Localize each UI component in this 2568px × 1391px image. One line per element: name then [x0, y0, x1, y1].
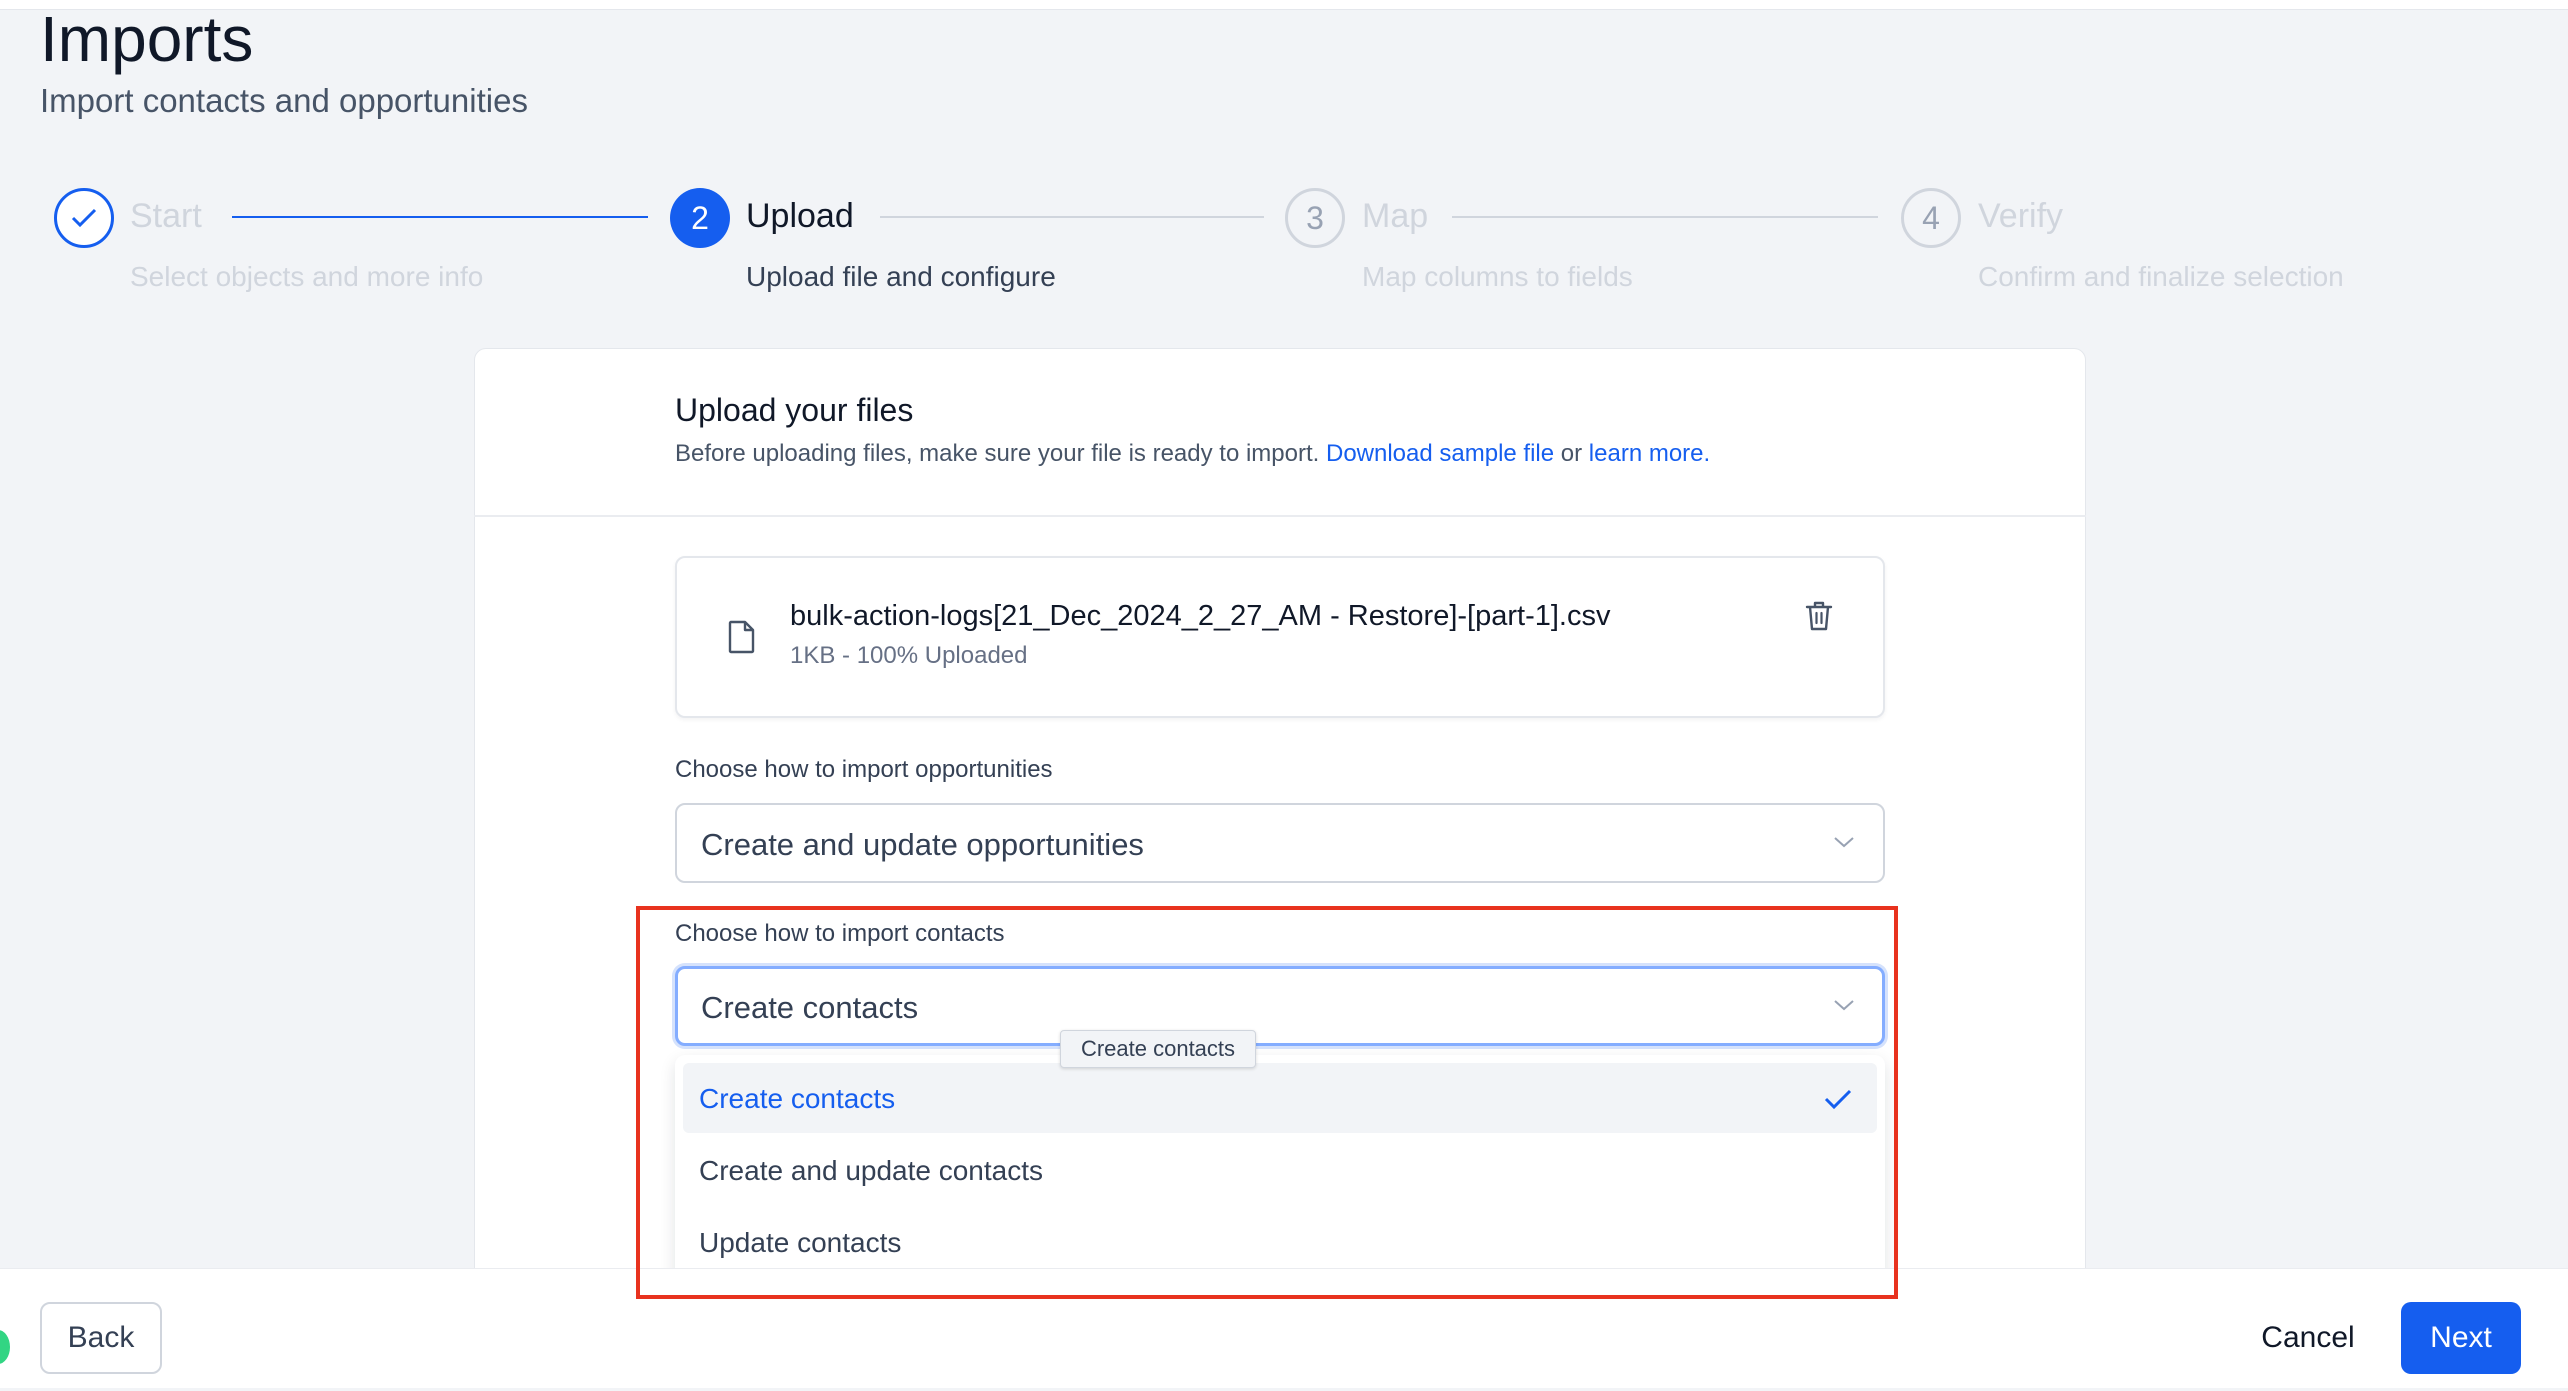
page-title: Imports	[40, 3, 254, 75]
contacts-dropdown-menu: Create contacts Create and update contac…	[675, 1055, 1885, 1287]
footer-bar	[0, 1268, 2568, 1391]
file-meta: 1KB - 100% Uploaded	[790, 642, 1028, 669]
option-label: Create contacts	[699, 1083, 896, 1114]
opportunities-select[interactable]: Create and update opportunities	[675, 803, 1885, 883]
opportunities-select-value: Create and update opportunities	[701, 827, 1144, 862]
step-1-description: Select objects and more info	[130, 261, 484, 292]
download-sample-link[interactable]: Download sample file	[1326, 440, 1554, 467]
step-2-description: Upload file and configure	[746, 261, 1056, 292]
step-4-title: Verify	[1978, 197, 2064, 235]
top-bar	[0, 0, 2568, 10]
page-subtitle: Import contacts and opportunities	[40, 82, 528, 119]
uploaded-file-item	[675, 556, 1885, 718]
tooltip: Create contacts	[1060, 1030, 1256, 1068]
next-button[interactable]: Next	[2401, 1302, 2521, 1374]
step-connector-2	[880, 216, 1264, 218]
trash-icon[interactable]	[1804, 600, 1834, 632]
upload-title: Upload your files	[675, 392, 914, 428]
back-button[interactable]: Back	[40, 1302, 162, 1374]
contacts-label: Choose how to import contacts	[675, 920, 1005, 947]
check-icon	[1824, 1089, 1852, 1110]
option-create-contacts[interactable]: Create contacts	[683, 1063, 1877, 1133]
check-icon	[71, 208, 97, 228]
option-label: Create and update contacts	[699, 1155, 1044, 1186]
opportunities-label: Choose how to import opportunities	[675, 756, 1053, 783]
step-3-description: Map columns to fields	[1362, 261, 1633, 292]
step-3-number: 3	[1285, 188, 1345, 248]
card-divider	[474, 515, 2086, 517]
step-4-number: 4	[1901, 188, 1961, 248]
learn-more-link[interactable]: learn more.	[1589, 440, 1710, 467]
step-1-check-icon	[54, 188, 114, 248]
file-name: bulk-action-logs[21_Dec_2024_2_27_AM - R…	[790, 600, 1611, 632]
step-1-title: Start	[130, 197, 202, 235]
upload-description-text: Before uploading files, make sure your f…	[675, 440, 1320, 467]
step-2-title: Upload	[746, 197, 854, 235]
contacts-select[interactable]: Create contacts	[675, 966, 1885, 1046]
contacts-select-value: Create contacts	[701, 990, 919, 1025]
cancel-button[interactable]: Cancel	[2246, 1302, 2370, 1374]
chevron-down-icon	[1834, 1000, 1854, 1011]
option-label: Update contacts	[699, 1227, 902, 1258]
file-icon	[728, 620, 755, 654]
step-connector-3	[1452, 216, 1878, 218]
option-update-contacts[interactable]: Update contacts	[683, 1207, 1877, 1277]
step-2-number: 2	[670, 188, 730, 248]
chevron-down-icon	[1834, 837, 1854, 848]
step-3-title: Map	[1362, 197, 1429, 235]
step-connector-1	[232, 216, 648, 218]
step-4-description: Confirm and finalize selection	[1978, 261, 2344, 292]
or-text: or	[1560, 440, 1583, 467]
option-create-and-update-contacts[interactable]: Create and update contacts	[683, 1135, 1877, 1205]
upload-description: Before uploading files, make sure your f…	[675, 440, 1710, 468]
